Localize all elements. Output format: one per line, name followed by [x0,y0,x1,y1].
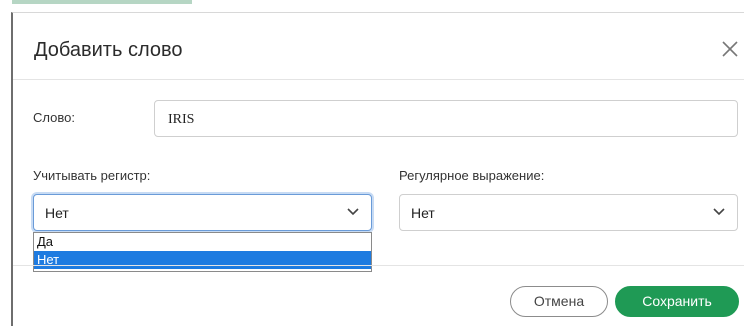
word-label: Слово: [33,110,75,125]
case-sensitive-select[interactable]: Нет [33,194,372,231]
cancel-button[interactable]: Отмена [510,286,608,317]
regex-label: Регулярное выражение: [399,168,545,183]
case-sensitive-dropdown: Да Нет [33,232,372,272]
word-input[interactable]: IRIS [154,100,738,137]
case-sensitive-label: Учитывать регистр: [33,168,151,183]
dropdown-option-no[interactable]: Нет [34,251,371,269]
footer-divider [13,265,744,266]
chevron-down-icon [713,208,725,216]
regex-value: Нет [411,205,435,221]
backdrop-accent [12,0,192,4]
dropdown-option-yes[interactable]: Да [34,233,371,251]
save-button[interactable]: Сохранить [615,286,739,317]
dialog-title: Добавить слово [34,39,183,61]
header-divider [13,79,744,80]
add-word-dialog: Добавить слово Слово: IRIS Учитывать рег… [11,12,744,326]
chevron-down-icon [347,208,359,216]
case-sensitive-value: Нет [45,205,69,221]
close-icon[interactable] [720,39,740,59]
word-input-value: IRIS [168,112,195,127]
regex-select[interactable]: Нет [399,194,738,231]
